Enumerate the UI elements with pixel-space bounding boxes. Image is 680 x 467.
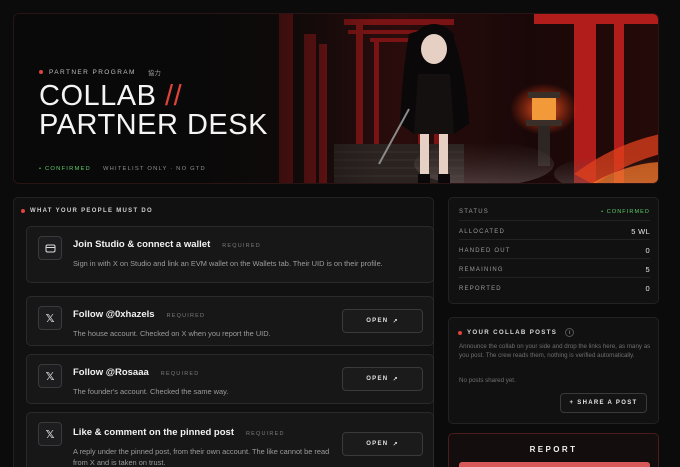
status-row-reported: REPORTED 0: [459, 284, 650, 293]
status-row-handed-out: HANDED OUT 0: [459, 246, 650, 255]
share-post-button[interactable]: + SHARE A POST: [560, 393, 647, 413]
open-button[interactable]: OPEN ↗: [342, 432, 423, 456]
task-card-follow-0xhazels: 𝕏 Follow @0xhazels REQUIRED The house ac…: [26, 296, 434, 346]
divider: [459, 239, 650, 240]
status-value: 0: [645, 246, 650, 255]
x-logo-icon: 𝕏: [38, 364, 62, 388]
task-desc: The founder's account. Checked the same …: [73, 387, 229, 396]
divider: [459, 277, 650, 278]
status-label: ALLOCATED: [459, 228, 506, 235]
task-title-row: Like & comment on the pinned post REQUIR…: [73, 427, 285, 438]
title-slash: //: [165, 80, 183, 112]
status-label: REMAINING: [459, 266, 504, 273]
wallet-icon: [38, 236, 62, 260]
accent-dot-icon: [458, 330, 462, 335]
open-button-label: OPEN: [366, 441, 389, 447]
collab-posts-panel: YOUR COLLAB POSTS i Announce the collab …: [448, 317, 659, 424]
title-line-1: COLLAB: [39, 80, 157, 112]
status-value: • CONFIRMED: [601, 209, 650, 215]
required-label: REQUIRED: [222, 243, 261, 249]
status-label: STATUS: [459, 209, 489, 215]
report-panel: REPORT: [448, 433, 659, 467]
page-title: COLLAB // PARTNER DESK: [39, 82, 268, 140]
report-button[interactable]: [459, 462, 650, 467]
report-title: REPORT: [529, 445, 578, 454]
task-desc: A reply under the pinned post, from thei…: [73, 447, 330, 467]
whitelist-meta: WHITELIST ONLY · NO GTD: [102, 166, 206, 172]
hero-meta: • CONFIRMED WHITELIST ONLY · NO GTD: [39, 166, 206, 172]
posts-title: YOUR COLLAB POSTS: [467, 329, 558, 336]
task-desc: Sign in with X on Studio and link an EVM…: [73, 259, 383, 268]
posts-empty-state: No posts shared yet.: [459, 377, 516, 384]
status-row-status: STATUS • CONFIRMED: [459, 209, 650, 215]
open-button[interactable]: OPEN ↗: [342, 309, 423, 333]
external-arrow-icon: ↗: [392, 376, 399, 383]
task-title: Follow @0xhazels: [73, 309, 155, 320]
task-title-row: Follow @Rosaaa REQUIRED: [73, 367, 199, 378]
open-button-label: OPEN: [366, 318, 389, 324]
status-label: REPORTED: [459, 285, 502, 292]
task-card-follow-rosaaa: 𝕏 Follow @Rosaaa REQUIRED The founder's …: [26, 354, 434, 404]
posts-description: Announce the collab on your side and dro…: [459, 343, 651, 359]
eyebrow-label: PARTNER PROGRAM: [49, 68, 136, 76]
info-icon[interactable]: i: [565, 328, 575, 337]
required-label: REQUIRED: [166, 313, 206, 319]
required-label: REQUIRED: [245, 431, 285, 437]
task-title-row: Follow @0xhazels REQUIRED: [73, 309, 205, 320]
task-desc: The house account. Checked on X when you…: [73, 329, 271, 338]
status-value: 5: [645, 265, 650, 274]
divider: [459, 220, 650, 221]
title-line-2: PARTNER DESK: [39, 109, 268, 141]
task-title: Like & comment on the pinned post: [73, 427, 234, 438]
tasks-section-label: WHAT YOUR PEOPLE MUST DO: [21, 208, 153, 214]
status-label: HANDED OUT: [459, 247, 511, 254]
external-arrow-icon: ↗: [392, 441, 399, 448]
confirmed-badge: • CONFIRMED: [39, 166, 91, 172]
divider: [459, 258, 650, 259]
external-arrow-icon: ↗: [392, 318, 399, 325]
share-post-label: SHARE A POST: [577, 400, 638, 406]
status-value: 5 WL: [631, 227, 650, 236]
status-value-text: CONFIRMED: [606, 209, 650, 215]
open-button-label: OPEN: [366, 376, 389, 382]
confirmed-label: CONFIRMED: [45, 166, 91, 172]
task-title-row: Join Studio & connect a wallet REQUIRED: [73, 239, 261, 250]
hero-banner: PARTNER PROGRAM 協力 COLLAB // PARTNER DES…: [13, 13, 659, 184]
plus-icon: +: [569, 400, 578, 406]
required-label: REQUIRED: [160, 371, 200, 377]
hero-eyebrow: PARTNER PROGRAM 協力: [39, 67, 161, 77]
status-row-allocated: ALLOCATED 5 WL: [459, 227, 650, 236]
x-logo-icon: 𝕏: [38, 422, 62, 446]
status-row-remaining: REMAINING 5: [459, 265, 650, 274]
status-panel: STATUS • CONFIRMED ALLOCATED 5 WL HANDED…: [448, 197, 659, 304]
status-value: 0: [645, 284, 650, 293]
open-button[interactable]: OPEN ↗: [342, 367, 423, 391]
task-card-join-studio: Join Studio & connect a wallet REQUIRED …: [26, 226, 434, 283]
accent-dot-icon: [39, 70, 43, 74]
task-title: Follow @Rosaaa: [73, 367, 149, 378]
task-title: Join Studio & connect a wallet: [73, 239, 211, 250]
accent-dot-icon: [21, 209, 25, 213]
x-logo-icon: 𝕏: [38, 306, 62, 330]
tasks-panel: WHAT YOUR PEOPLE MUST DO Join Studio & c…: [13, 197, 434, 467]
posts-title-row: YOUR COLLAB POSTS i: [458, 328, 575, 337]
task-card-like-comment: 𝕏 Like & comment on the pinned post REQU…: [26, 412, 434, 467]
tasks-section-title: WHAT YOUR PEOPLE MUST DO: [30, 208, 153, 214]
eyebrow-kanji: 協力: [147, 70, 161, 77]
